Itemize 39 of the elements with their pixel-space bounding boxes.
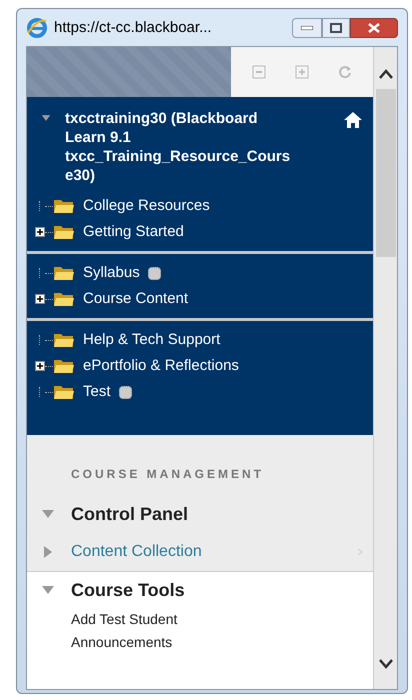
folder-icon [53, 198, 75, 214]
panel-link[interactable]: Content Collection [71, 540, 202, 564]
minimize-button[interactable] [292, 18, 322, 38]
maximize-button[interactable] [322, 18, 350, 38]
folder-icon [53, 384, 75, 400]
minimize-icon [301, 26, 313, 30]
panel-link[interactable]: Course Tools [71, 576, 185, 604]
menu-link[interactable]: ePortfolio & Reflections [83, 354, 239, 378]
close-icon [368, 23, 380, 33]
tool-link[interactable]: Announcements [71, 631, 172, 654]
collapse-arrow-icon[interactable] [39, 113, 53, 123]
scrollbar-thumb[interactable] [376, 89, 396, 257]
scroll-down-icon[interactable] [378, 659, 392, 669]
menu-link[interactable]: Course Content [83, 288, 188, 310]
menu-link[interactable]: Help & Tech Support [83, 328, 220, 352]
menu-link[interactable]: Syllabus [83, 262, 140, 284]
panel-link[interactable]: Control Panel [71, 500, 188, 528]
expand-icon[interactable] [35, 361, 45, 371]
scrollbar[interactable] [373, 47, 397, 689]
menu-link[interactable]: Getting Started [83, 220, 184, 244]
menu-link[interactable]: College Resources [83, 194, 210, 218]
course-title[interactable]: txcctraining30 (Blackboard Learn 9.1 txcc_Training_Resource_Course30) [65, 109, 295, 185]
folder-icon [53, 291, 75, 307]
chevron-icon [357, 548, 363, 556]
tool-link[interactable]: Add Test Student [71, 608, 178, 631]
menu-link[interactable]: Test [83, 380, 111, 404]
scroll-up-icon[interactable] [378, 69, 392, 79]
folder-icon [53, 332, 75, 348]
window-title: https://ct-cc.blackboar... [54, 18, 212, 38]
browser-icon [26, 17, 48, 39]
section-heading: COURSE MANAGEMENT [71, 466, 266, 483]
folder-icon [53, 265, 75, 281]
folder-icon [53, 224, 75, 240]
expand-icon[interactable] [35, 227, 45, 237]
home-icon[interactable] [343, 111, 363, 129]
expand-icon[interactable] [35, 294, 45, 304]
maximize-icon [330, 23, 342, 33]
folder-icon [53, 358, 75, 374]
close-button[interactable] [350, 18, 398, 38]
